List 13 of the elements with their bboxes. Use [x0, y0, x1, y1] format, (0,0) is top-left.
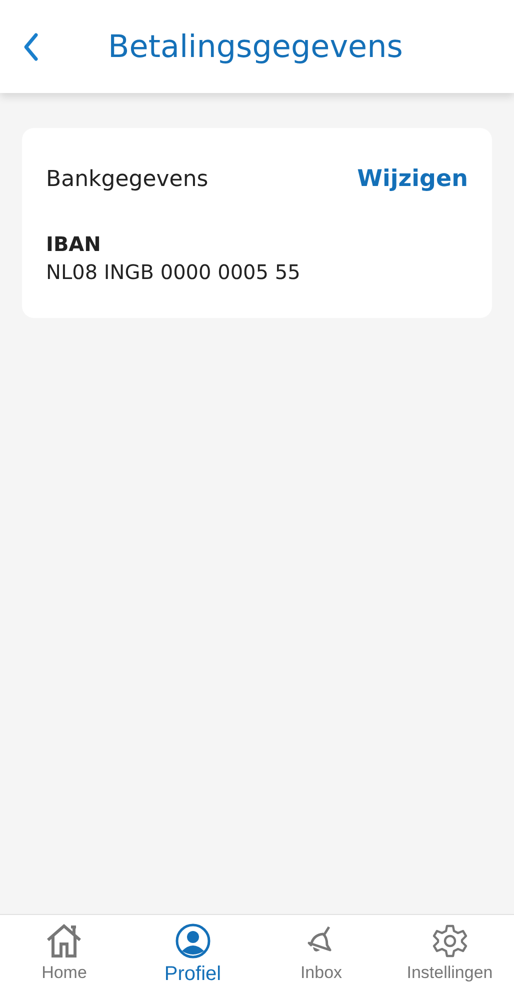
edit-link[interactable]: Wijzigen: [357, 166, 468, 192]
section-title: Bankgegevens: [46, 166, 208, 192]
back-icon[interactable]: [22, 32, 40, 62]
tab[interactable]: Home: [0, 915, 128, 998]
page-title: Betalingsgegevens: [108, 28, 403, 64]
tab[interactable]: Instellingen: [386, 915, 514, 998]
settings-icon: [432, 923, 468, 959]
home-icon: [45, 923, 84, 959]
tab[interactable]: Inbox: [257, 915, 386, 998]
tab[interactable]: Profiel: [128, 915, 257, 998]
user-icon: [174, 923, 211, 959]
iban-value: NL08 INGB 0000 0005 55: [46, 260, 302, 284]
field-label: IBAN: [46, 232, 102, 256]
